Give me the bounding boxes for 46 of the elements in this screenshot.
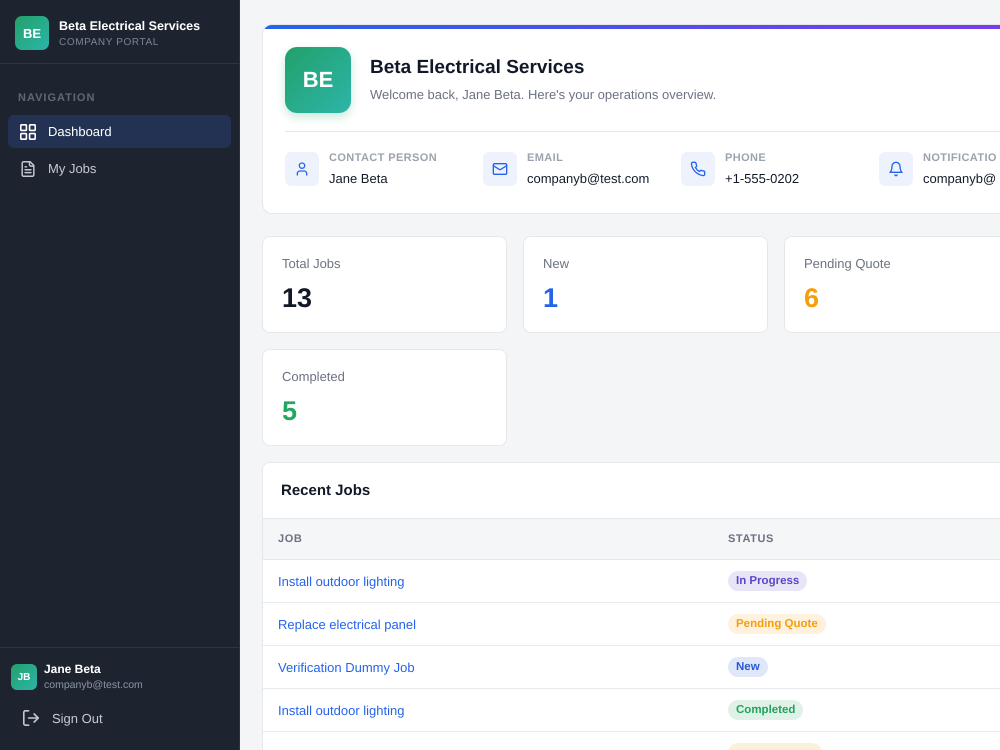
section-title: Recent Jobs <box>281 482 370 499</box>
stat-label: New <box>543 256 570 272</box>
job-link[interactable]: Install outdoor lighting <box>278 702 404 718</box>
status-badge: Completed <box>728 700 804 720</box>
job-link[interactable]: Replace electrical panel <box>278 616 416 632</box>
stat-label: Pending Quote <box>804 256 891 272</box>
status-badge: New <box>728 657 768 677</box>
user-email: companyb@test.com <box>44 678 143 692</box>
nav-item[interactable]: My Jobs <box>8 152 231 185</box>
phone-icon <box>681 152 715 186</box>
contact-label: EMAIL <box>527 151 564 165</box>
contact-label: CONTACT PERSON <box>329 151 438 165</box>
company-name: Beta Electrical Services <box>59 18 200 34</box>
stat-value: 13 <box>282 282 312 314</box>
stat-label: Completed <box>282 369 345 385</box>
contact-value: companyb@test.com <box>527 170 650 187</box>
status-badge: In Progress <box>728 571 808 591</box>
user-name: Jane Beta <box>44 662 101 677</box>
company-logo: BE <box>15 16 49 50</box>
company-title: Beta Electrical Services <box>370 56 584 80</box>
person-icon <box>285 152 319 186</box>
user-avatar: JB <box>11 664 37 690</box>
envelope-icon <box>483 152 517 186</box>
status-badge: Pending Quote <box>728 614 826 634</box>
sign-out-button[interactable]: Sign Out <box>11 704 115 732</box>
stat-value: 5 <box>282 395 298 427</box>
column-header: JOB <box>278 533 302 545</box>
company-avatar: BE <box>285 47 351 113</box>
contact-label: NOTIFICATIO <box>923 151 997 165</box>
nav-item[interactable]: Dashboard <box>8 115 231 148</box>
stat-label: Total Jobs <box>282 256 341 272</box>
column-header: STATUS <box>728 533 774 545</box>
section-label: NAVIGATION <box>18 91 96 105</box>
document-icon <box>20 160 36 176</box>
job-link[interactable]: Install outdoor lighting <box>278 574 404 588</box>
stat-value: 6 <box>804 282 820 314</box>
welcome-message: Welcome back, Jane Beta. Here's your operations overview. <box>370 86 716 104</box>
bell-icon <box>879 152 913 186</box>
grid-icon <box>20 124 36 140</box>
stat-value: 1 <box>543 282 558 314</box>
contact-value: Jane Beta <box>329 170 388 187</box>
job-link[interactable]: Verification Dummy Job <box>278 660 415 674</box>
contact-value: +1-555-0202 <box>725 170 800 187</box>
portal-label: COMPANY PORTAL <box>59 36 159 48</box>
contact-value: companyb@ <box>923 170 996 187</box>
contact-label: PHONE <box>725 151 766 165</box>
